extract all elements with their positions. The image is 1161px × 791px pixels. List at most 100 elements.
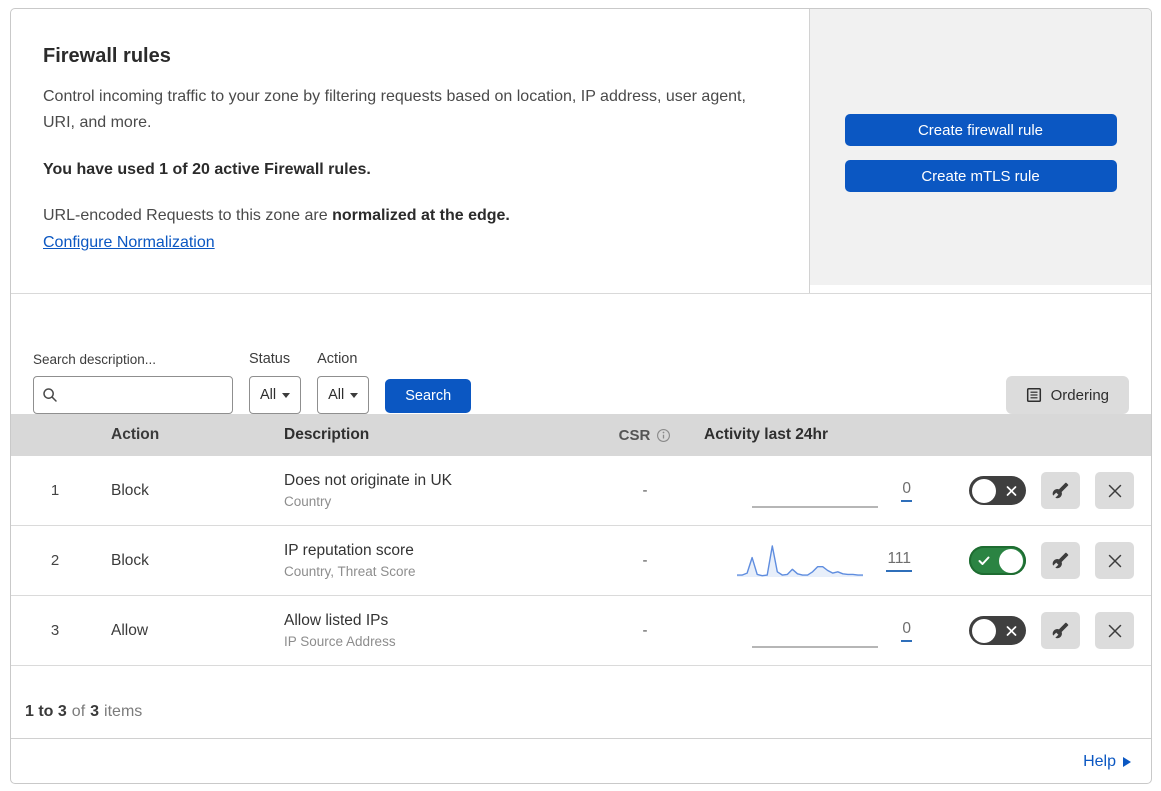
chevron-down-icon	[282, 392, 291, 398]
activity-column-header: Activity last 24hr	[704, 426, 829, 443]
ordering-list-icon	[1026, 387, 1041, 403]
search-group: Search description...	[33, 352, 233, 414]
csr-header-label: CSR	[618, 426, 651, 444]
table-header-row: Action Description CSR Activity last 24h…	[11, 414, 1151, 456]
action-selected-value: All	[328, 387, 345, 403]
rule-controls	[931, 612, 1151, 649]
edit-rule-button[interactable]	[1041, 542, 1080, 579]
search-button[interactable]: Search	[385, 379, 472, 413]
activity-count-link[interactable]: 111	[886, 550, 912, 572]
enable-rule-toggle[interactable]	[969, 616, 1026, 645]
ordering-button[interactable]: Ordering	[1005, 376, 1129, 414]
row-priority: 1	[50, 482, 60, 499]
rule-action: Block	[111, 481, 149, 499]
row-priority: 3	[50, 622, 60, 639]
rule-match-fields: Country	[284, 494, 332, 509]
help-arrow-icon	[1123, 757, 1131, 767]
table-row: 1 Block Does not originate in UK Country…	[11, 456, 1151, 526]
status-select[interactable]: All	[249, 376, 302, 414]
search-label: Search description...	[33, 352, 157, 367]
action-select[interactable]: All	[317, 376, 370, 414]
status-selected-value: All	[260, 387, 277, 403]
activity-count-link[interactable]: 0	[901, 480, 912, 502]
status-label: Status	[249, 351, 291, 367]
activity-count-link[interactable]: 0	[901, 620, 912, 642]
enable-rule-toggle[interactable]	[969, 546, 1026, 575]
action-filter-group: Action All	[317, 351, 370, 414]
csr-value: -	[642, 552, 648, 569]
enable-rule-toggle[interactable]	[969, 476, 1026, 505]
help-link[interactable]: Help	[1083, 753, 1131, 771]
search-box[interactable]	[33, 376, 233, 414]
chevron-down-icon	[350, 392, 359, 398]
rule-controls	[931, 542, 1151, 579]
activity-cell: 0	[689, 472, 931, 510]
toggle-off-x-icon	[1006, 625, 1017, 636]
delete-rule-button[interactable]	[1095, 612, 1134, 649]
items-range: 1 to 3	[25, 703, 67, 720]
toggle-knob	[972, 478, 996, 503]
actions-panel: Create firewall rule Create mTLS rule	[810, 9, 1151, 285]
rule-description-cell: Does not originate in UK Country	[271, 472, 601, 509]
status-filter-group: Status All	[249, 351, 302, 414]
rule-action: Allow	[111, 621, 149, 639]
card-footer: Help	[11, 739, 1151, 783]
rule-controls	[931, 472, 1151, 509]
toggle-off-x-icon	[1006, 485, 1017, 496]
delete-rule-button[interactable]	[1095, 542, 1134, 579]
activity-cell: 0	[689, 612, 931, 650]
description-column-header: Description	[284, 426, 370, 443]
toggle-knob	[972, 618, 996, 643]
ordering-button-label: Ordering	[1050, 386, 1109, 404]
rule-description: IP reputation score	[284, 542, 414, 559]
help-label: Help	[1083, 753, 1116, 770]
normalization-bold: normalized at the edge.	[332, 207, 510, 225]
activity-sparkline	[737, 544, 864, 577]
create-firewall-rule-button[interactable]: Create firewall rule	[844, 114, 1117, 146]
page-description: Control incoming traffic to your zone by…	[43, 88, 746, 131]
info-icon[interactable]	[656, 428, 671, 443]
activity-sparkline	[752, 505, 879, 508]
wrench-icon	[1052, 552, 1069, 569]
action-column-header: Action	[111, 426, 160, 443]
normalization-line: URL-encoded Requests to this zone are no…	[43, 207, 769, 225]
action-label: Action	[317, 351, 358, 367]
create-mtls-rule-button[interactable]: Create mTLS rule	[844, 160, 1117, 192]
x-icon	[1108, 484, 1121, 497]
items-total: 3	[90, 703, 100, 720]
search-icon	[43, 388, 57, 402]
rule-description-cell: Allow listed IPs IP Source Address	[271, 612, 601, 649]
rule-action: Block	[111, 551, 149, 569]
table-row: 2 Block IP reputation score Country, Thr…	[11, 526, 1151, 596]
table-row: 3 Allow Allow listed IPs IP Source Addre…	[11, 596, 1151, 666]
wrench-icon	[1052, 622, 1069, 639]
edit-rule-button[interactable]	[1041, 612, 1080, 649]
filter-bar: Search description... Status All Action …	[11, 294, 1151, 414]
activity-cell: 111	[689, 542, 931, 580]
edit-rule-button[interactable]	[1041, 472, 1080, 509]
x-icon	[1108, 624, 1121, 637]
rules-table: Action Description CSR Activity last 24h…	[11, 414, 1151, 666]
delete-rule-button[interactable]	[1095, 472, 1134, 509]
items-summary: 1 to 3 of 3 items	[11, 666, 1151, 739]
configure-normalization-link[interactable]: Configure Normalization	[43, 234, 215, 252]
rule-description: Allow listed IPs	[284, 612, 389, 629]
activity-sparkline	[752, 645, 879, 648]
wrench-icon	[1052, 482, 1069, 499]
rule-match-fields: IP Source Address	[284, 634, 396, 649]
rule-match-fields: Country, Threat Score	[284, 564, 416, 579]
search-input[interactable]	[65, 387, 224, 403]
page-title: Firewall rules	[43, 45, 171, 67]
items-of: of	[71, 703, 86, 720]
rule-description: Does not originate in UK	[284, 472, 453, 489]
firewall-rules-card: Firewall rules Control incoming traffic …	[10, 8, 1152, 784]
csr-column-header: CSR	[601, 427, 689, 444]
items-label: items	[104, 703, 143, 720]
usage-note: You have used 1 of 20 active Firewall ru…	[43, 161, 371, 179]
normalization-text: URL-encoded Requests to this zone are	[43, 207, 328, 225]
x-icon	[1108, 554, 1121, 567]
header-section: Firewall rules Control incoming traffic …	[11, 9, 1151, 294]
csr-value: -	[642, 622, 648, 639]
row-priority: 2	[50, 552, 60, 569]
toggle-on-check-icon	[978, 556, 990, 565]
